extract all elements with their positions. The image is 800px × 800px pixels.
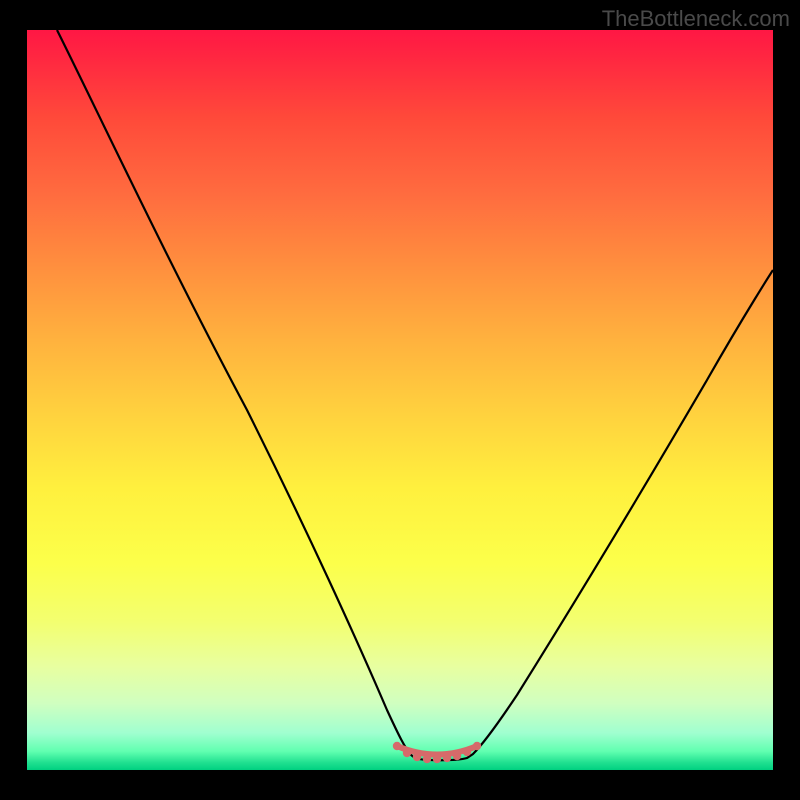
watermark-text: TheBottleneck.com [602, 6, 790, 32]
marker-band-line [397, 746, 477, 755]
chart-plot-area [27, 30, 773, 770]
x-axis-padding [27, 770, 773, 800]
curve-path [57, 30, 773, 760]
chart-svg [27, 30, 773, 770]
